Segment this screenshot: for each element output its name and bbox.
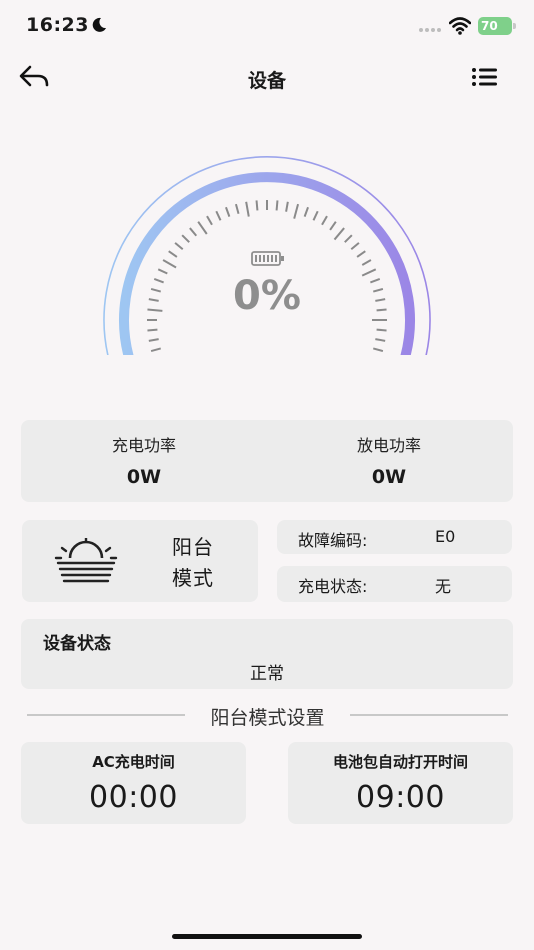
pack-auto-open-time-card[interactable]: 电池包自动打开时间 09:00	[288, 742, 513, 824]
pack-auto-open-time-value: 09:00	[356, 780, 445, 815]
mode-label-line1: 阳台	[172, 535, 214, 559]
gauge-tick	[225, 206, 231, 217]
home-indicator[interactable]	[172, 934, 362, 939]
gauge-tick	[255, 200, 259, 211]
balcony-mode-card[interactable]: 阳台 模式	[22, 520, 258, 602]
gauge-tick	[162, 259, 177, 269]
gauge-tick	[275, 200, 279, 211]
gauge-tick	[147, 328, 158, 332]
wifi-icon	[449, 17, 471, 35]
gauge-tick	[174, 242, 184, 251]
gauge-tick	[376, 328, 387, 332]
gauge-tick	[350, 242, 360, 251]
list-menu-icon[interactable]	[470, 64, 500, 90]
gauge-tick	[234, 203, 240, 215]
ac-charge-time-label: AC充电时间	[92, 753, 175, 771]
battery-icon	[251, 251, 284, 266]
section-title: 阳台模式设置	[210, 707, 325, 729]
charge-state-label: 充电状态:	[298, 577, 368, 596]
fault-code-value: E0	[435, 527, 456, 546]
gauge-tick	[361, 259, 372, 266]
battery-percent: 70	[481, 19, 498, 33]
device-status-value: 正常	[250, 664, 284, 684]
page-title: 设备	[247, 70, 286, 92]
gauge-tick	[303, 206, 309, 217]
sunset-icon	[54, 538, 118, 583]
gauge-tick	[372, 347, 384, 353]
gauge-tick	[333, 227, 345, 241]
gauge-tick	[293, 203, 300, 219]
fault-code-label: 故障编码:	[298, 531, 368, 550]
pack-auto-open-time-label: 电池包自动打开时间	[332, 753, 468, 771]
gauge-tick	[329, 221, 337, 231]
charge-power-label: 充电功率	[111, 436, 176, 455]
divider-right	[350, 714, 508, 716]
charge-state-card: 充电状态: 无	[277, 566, 512, 602]
gauge-tick	[375, 338, 386, 342]
divider-left	[27, 714, 185, 716]
battery-percentage: 0%	[233, 273, 301, 319]
gauge-tick	[245, 201, 250, 217]
discharge-power-label: 放电功率	[356, 436, 421, 455]
gauge-tick	[181, 234, 190, 243]
discharge-power-value: 0W	[371, 466, 407, 488]
power-card: 充电功率 0W 放电功率 0W	[21, 420, 513, 502]
charge-state-value: 无	[435, 577, 452, 596]
cellular-signal-icon	[419, 28, 441, 32]
gauge-tick	[215, 210, 222, 221]
battery-nub	[513, 23, 516, 29]
gauge-tick	[197, 221, 208, 235]
mode-label-line2: 模式	[172, 566, 214, 590]
device-status-title: 设备状态	[43, 634, 111, 654]
gauge-tick	[312, 210, 319, 221]
gauge-tick	[206, 215, 213, 226]
gauge-tick	[189, 227, 198, 237]
fault-code-card: 故障编码: E0	[277, 520, 512, 554]
gauge-tick	[285, 201, 289, 212]
moon-icon	[92, 17, 106, 32]
gauge-tick	[321, 215, 328, 226]
ac-charge-time-card[interactable]: AC充电时间 00:00	[21, 742, 246, 824]
status-time: 16:23	[26, 14, 89, 36]
device-status-card: 设备状态 正常	[21, 619, 513, 689]
charge-power-value: 0W	[126, 466, 162, 488]
gauge-tick	[344, 234, 353, 243]
ac-charge-time-value: 00:00	[89, 780, 178, 815]
battery-status-icon: 70	[478, 17, 516, 35]
gauge-tick	[356, 250, 366, 258]
gauge-tick	[148, 338, 159, 342]
gauge-tick	[168, 250, 178, 258]
mode-label: 阳台 模式	[172, 532, 214, 594]
gauge-tick	[150, 347, 162, 353]
